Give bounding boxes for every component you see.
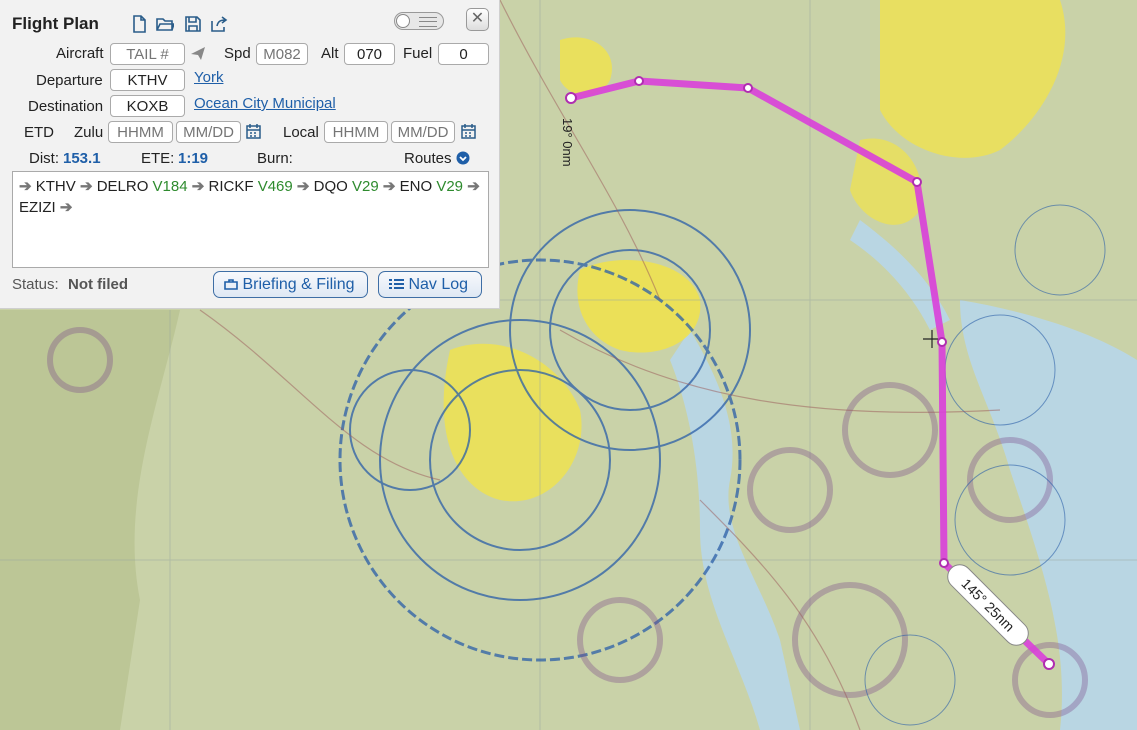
open-folder-icon[interactable]: [156, 15, 174, 33]
departure-airport-link[interactable]: York: [194, 69, 223, 86]
briefing-filing-button[interactable]: Briefing & Filing: [213, 271, 368, 298]
route-waypoint[interactable]: DQO: [314, 178, 348, 195]
local-label: Local: [283, 124, 319, 141]
route-arrow-icon: ➔: [382, 178, 400, 195]
ete-label: ETE:: [141, 150, 175, 167]
route-waypoint-eno[interactable]: [937, 337, 947, 347]
zulu-calendar-icon[interactable]: [246, 124, 261, 139]
fuel-label: Fuel: [403, 45, 433, 62]
briefcase-icon: [224, 279, 238, 290]
destination-label: Destination: [28, 98, 104, 115]
share-icon[interactable]: [210, 15, 228, 33]
fuel-input[interactable]: [438, 43, 489, 65]
route-airway[interactable]: V29: [352, 178, 379, 195]
departure-label: Departure: [36, 72, 103, 89]
route-text-box[interactable]: ➔ KTHV ➔ DELRO V184 ➔ RICKF V469 ➔ DQO V…: [12, 171, 489, 268]
route-arrow-icon: ➔: [191, 178, 209, 195]
burn-label: Burn:: [257, 150, 293, 167]
zulu-label: Zulu: [74, 124, 104, 141]
airplane-icon[interactable]: [190, 45, 206, 61]
route-airway[interactable]: V184: [153, 178, 188, 195]
route-waypoint-koxb[interactable]: [1043, 658, 1055, 670]
aircraft-tail-input[interactable]: [110, 43, 185, 65]
list-icon: [389, 279, 404, 289]
close-button[interactable]: ✕: [466, 8, 489, 31]
dist-label: Dist:: [29, 150, 59, 167]
aircraft-label: Aircraft: [56, 45, 104, 62]
panel-title: Flight Plan: [12, 14, 99, 33]
route-waypoint-kthv[interactable]: [565, 92, 577, 104]
route-airway[interactable]: V29: [436, 178, 463, 195]
route-waypoint[interactable]: EZIZI: [19, 199, 56, 216]
etd-label: ETD: [24, 124, 54, 141]
route-arrow-icon: ➔: [79, 178, 97, 195]
route-waypoint[interactable]: DELRO: [97, 178, 149, 195]
route-arrow-icon: ➔: [59, 199, 73, 216]
nav-log-button[interactable]: Nav Log: [378, 271, 482, 298]
routes-label: Routes: [404, 150, 452, 167]
nav-log-label: Nav Log: [408, 276, 469, 293]
speed-label: Spd: [224, 45, 251, 62]
leg-label-first: 19° 0nm: [560, 118, 575, 167]
route-waypoint[interactable]: RICKF: [209, 178, 254, 195]
local-time-input[interactable]: [324, 121, 388, 143]
route-waypoint-dqo[interactable]: [912, 177, 922, 187]
briefing-filing-label: Briefing & Filing: [242, 276, 355, 293]
local-date-input[interactable]: [391, 121, 455, 143]
departure-input[interactable]: [110, 69, 185, 91]
zulu-time-input[interactable]: [108, 121, 173, 143]
altitude-input[interactable]: [344, 43, 395, 65]
new-document-icon[interactable]: [130, 15, 148, 33]
route-waypoint[interactable]: ENO: [400, 178, 433, 195]
route-arrow-icon: ➔: [467, 178, 480, 195]
save-icon[interactable]: [184, 15, 202, 33]
destination-airport-link[interactable]: Ocean City Municipal: [194, 95, 336, 112]
route-waypoint-ezizi[interactable]: [939, 558, 949, 568]
route-arrow-icon: ➔: [296, 178, 314, 195]
chevron-down-circle-icon: [456, 151, 470, 165]
route-waypoint-rickf[interactable]: [743, 83, 753, 93]
altitude-label: Alt: [321, 45, 339, 62]
route-arrow-icon: ➔: [19, 178, 36, 195]
panel-toggle-switch[interactable]: [394, 12, 444, 30]
dist-value: 153.1: [63, 150, 101, 167]
speed-input[interactable]: [256, 43, 308, 65]
destination-input[interactable]: [110, 95, 185, 117]
status-label: Status:: [12, 276, 59, 293]
local-calendar-icon[interactable]: [461, 124, 476, 139]
status-value: Not filed: [68, 276, 128, 293]
route-waypoint-delro[interactable]: [634, 76, 644, 86]
route-waypoint[interactable]: KTHV: [36, 178, 76, 195]
ete-value: 1:19: [178, 150, 209, 167]
flight-plan-panel: Flight Plan ✕ Aircraft Spd Alt Fuel Depa…: [0, 0, 500, 309]
close-icon: ✕: [470, 10, 485, 27]
zulu-date-input[interactable]: [176, 121, 241, 143]
route-airway[interactable]: V469: [258, 178, 293, 195]
routes-dropdown[interactable]: Routes: [404, 150, 470, 167]
